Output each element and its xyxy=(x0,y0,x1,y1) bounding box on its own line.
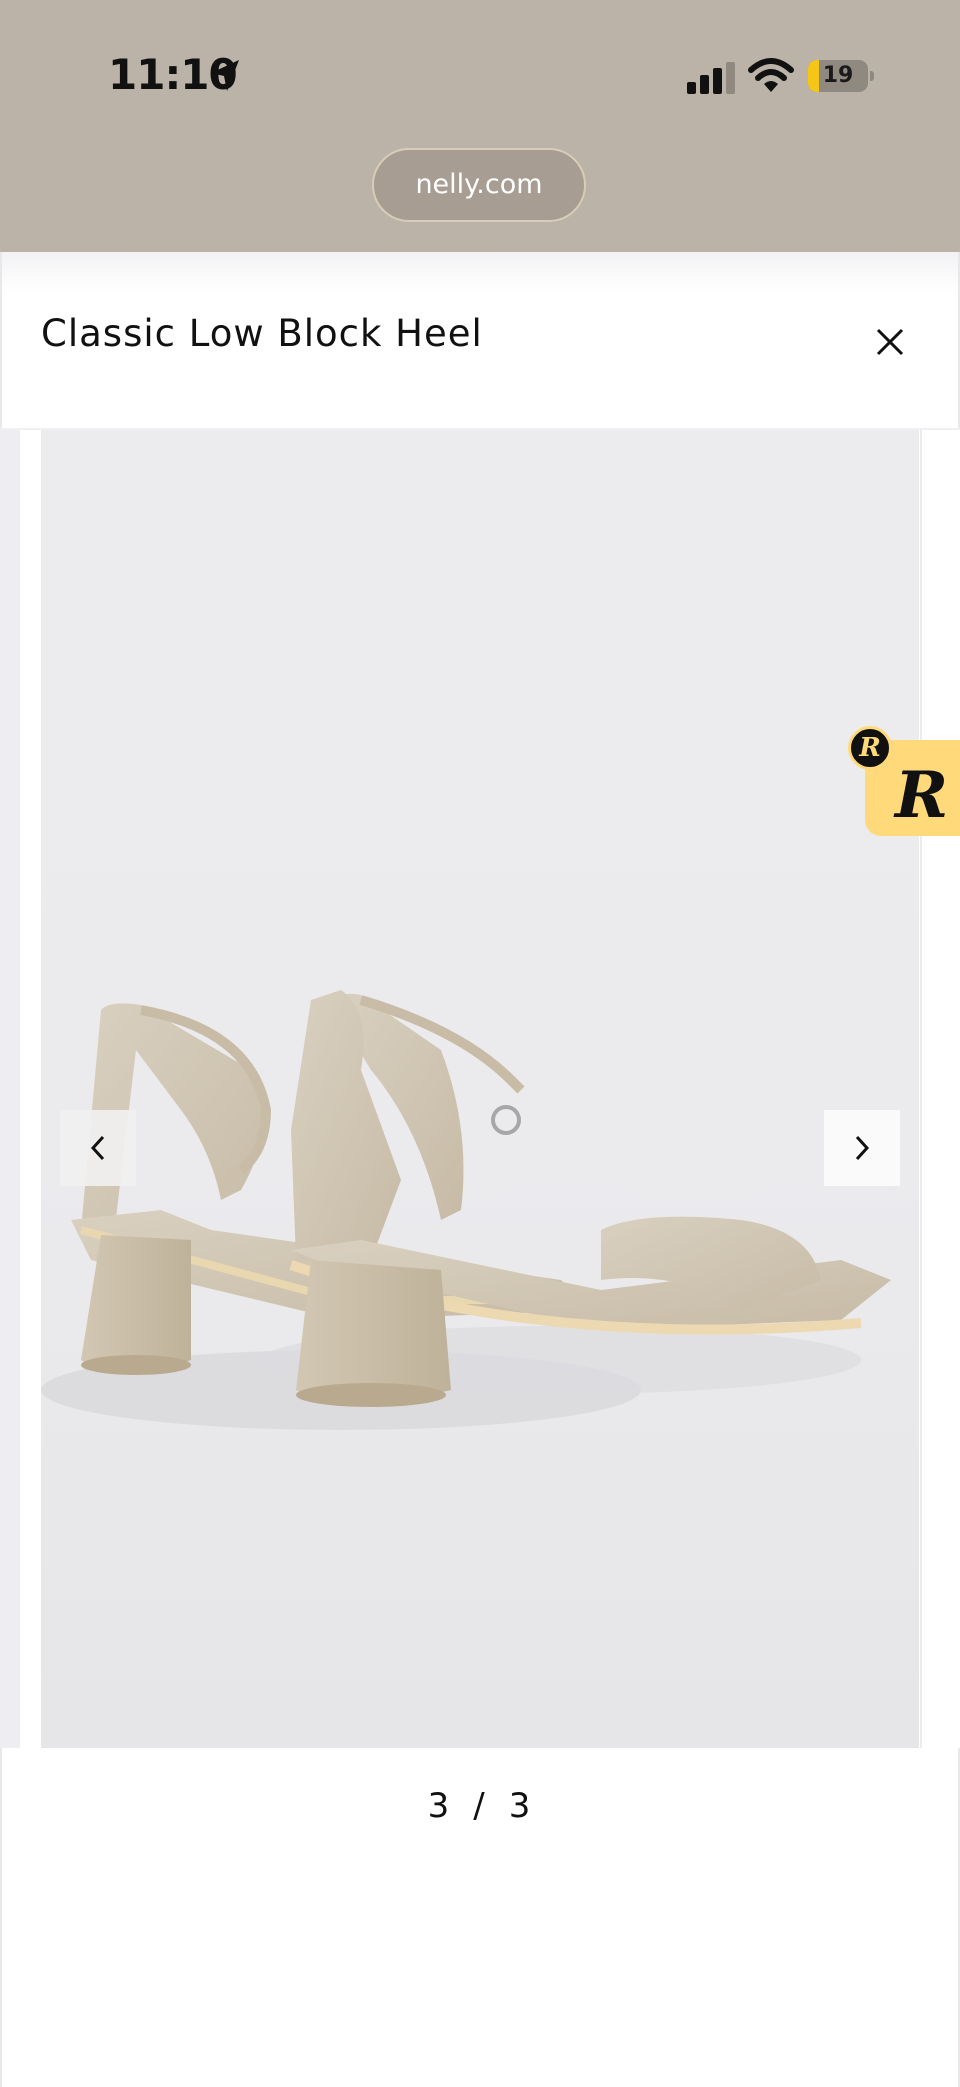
current-slide: 3 xyxy=(427,1786,452,1826)
counter-separator: / xyxy=(473,1786,487,1826)
reviews-badge: R xyxy=(848,726,892,770)
close-icon xyxy=(876,328,904,356)
reviews-logo: R xyxy=(895,758,949,833)
chevron-left-icon xyxy=(90,1135,105,1161)
next-slide-peek xyxy=(920,430,960,1748)
sandals-illustration xyxy=(41,990,891,1430)
modal-title: Classic Low Block Heel xyxy=(41,312,483,355)
battery-level: 19 xyxy=(822,63,854,88)
url-bar[interactable]: nelly.com xyxy=(372,148,586,222)
location-arrow-icon xyxy=(208,58,242,98)
battery-icon: 19 xyxy=(808,60,874,92)
chevron-right-icon xyxy=(855,1135,870,1161)
wifi-icon xyxy=(748,58,794,98)
close-button[interactable] xyxy=(868,320,912,364)
cellular-signal-icon xyxy=(687,62,735,98)
previous-slide-peek xyxy=(0,430,20,1748)
status-bar: 11:10 19 nelly.com xyxy=(0,0,960,252)
total-slides: 3 xyxy=(508,1786,533,1826)
image-gallery[interactable] xyxy=(0,430,960,1748)
slide-counter: 3 / 3 xyxy=(380,1786,580,1826)
reviews-widget-button[interactable]: R R xyxy=(848,726,960,836)
previous-image-button[interactable] xyxy=(60,1110,136,1186)
next-image-button[interactable] xyxy=(824,1110,900,1186)
product-image[interactable] xyxy=(41,430,919,1748)
